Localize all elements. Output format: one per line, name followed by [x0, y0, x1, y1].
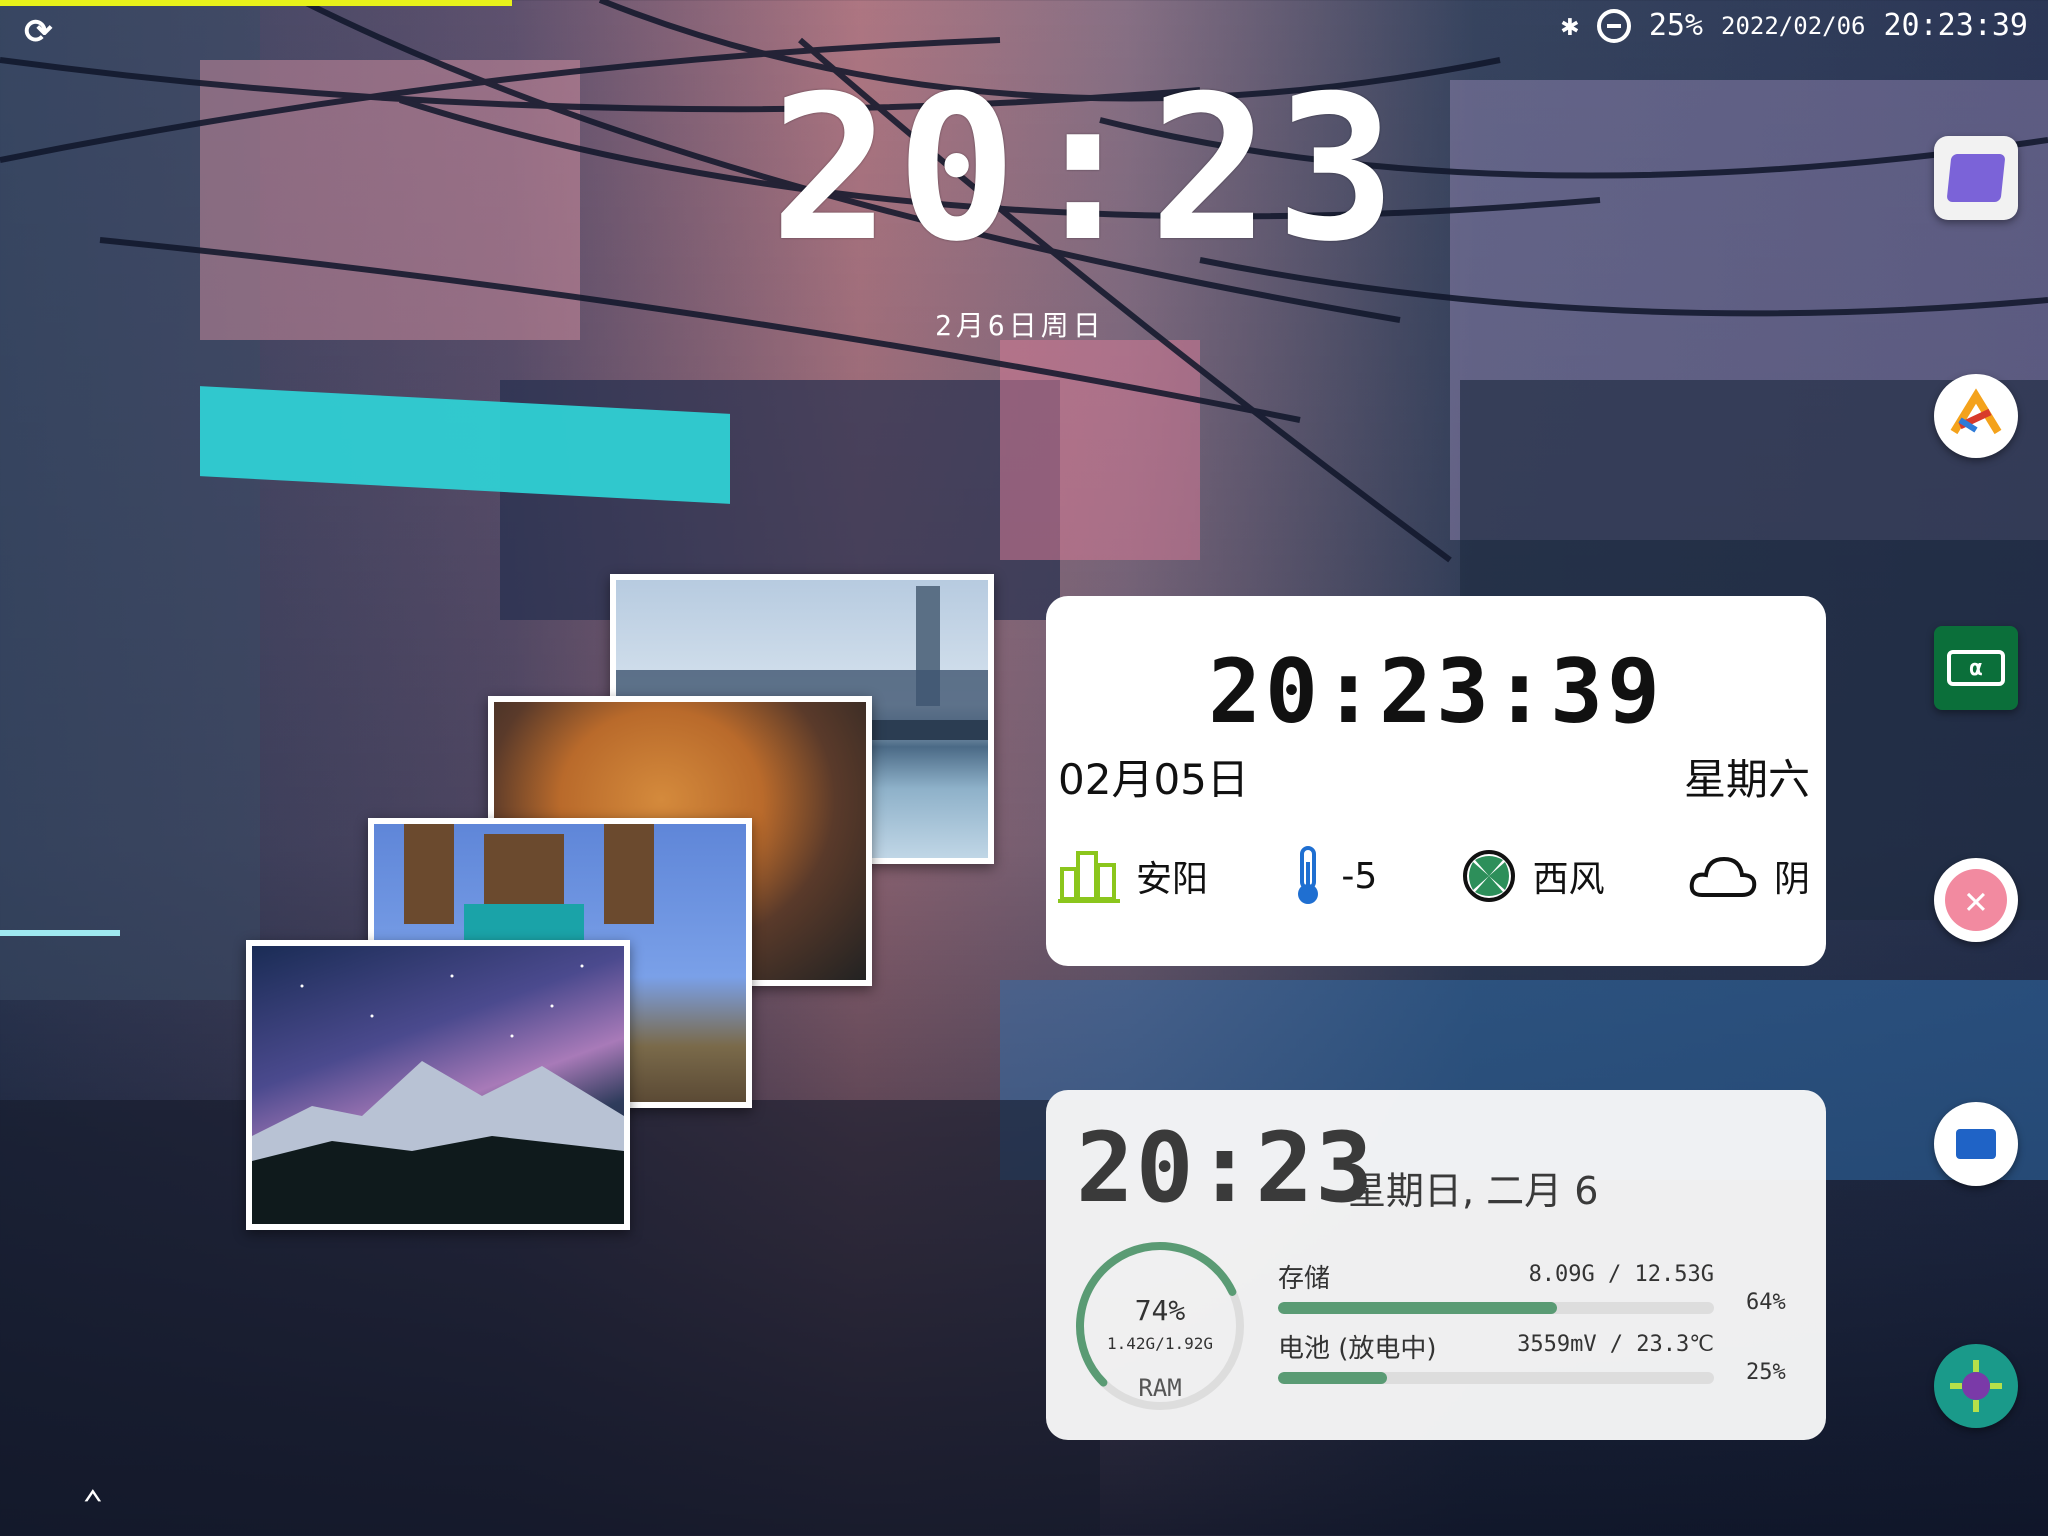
lock-clock-date: 2月6日周日 [935, 309, 1105, 342]
artstudio-app-icon[interactable] [1934, 374, 2018, 458]
green-screen-app-icon[interactable]: α [1934, 626, 2018, 710]
photo-night-mountains[interactable] [246, 940, 630, 1230]
storage-bar [1278, 1302, 1714, 1314]
weather-wind: 西风 [1461, 848, 1605, 904]
weather-widget-weekday: 星期六 [1683, 755, 1810, 804]
ram-label: RAM [1138, 1374, 1182, 1402]
chevron-up-icon[interactable]: ⌃ [82, 1484, 104, 1525]
storage-value: 8.09G / 12.53G [1528, 1262, 1714, 1287]
weather-condition: 阴 [1688, 850, 1810, 902]
files-app-icon[interactable] [1934, 1102, 2018, 1186]
thermometer-icon [1298, 846, 1319, 904]
sync-icon[interactable]: ⟳ [24, 12, 53, 52]
weather-condition-text: 阴 [1773, 859, 1810, 900]
system-info-widget[interactable]: 20:23 星期日, 二月 6 74% 1.42G/1.92G RAM 存储 8… [1046, 1090, 1826, 1440]
storage-label: 存储 [1278, 1264, 1331, 1294]
ram-detail: 1.42G/1.92G [1107, 1334, 1213, 1353]
storage-percent: 64% [1746, 1290, 1786, 1315]
weather-city-name: 安阳 [1136, 859, 1209, 900]
weather-city: 安阳 [1058, 847, 1208, 905]
weather-temperature-value: -5 [1341, 855, 1378, 897]
status-time: 20:23:39 [1883, 8, 2029, 43]
green-gear-app-icon[interactable] [1934, 1344, 2018, 1428]
weather-widget-time: 20:23:39 [1208, 640, 1664, 743]
status-date: 2022/02/06 [1721, 11, 1866, 40]
cloud-icon [1689, 856, 1757, 897]
battery-value: 3559mV / 23.3℃ [1517, 1332, 1714, 1357]
status-bar: ✱ 25% 2022/02/06 20:23:39 [1561, 8, 2028, 43]
weather-widget-date: 02月05日 [1058, 755, 1249, 804]
weather-info-row: 安阳 -5 西风 阴 [1058, 846, 1810, 906]
do-not-disturb-icon [1596, 8, 1631, 43]
top-progress-strip [0, 0, 512, 6]
battery-bar [1278, 1372, 1714, 1384]
weather-widget[interactable]: 20:23:39 02月05日 星期六 安阳 -5 西风 阴 [1046, 596, 1826, 966]
city-icon [1058, 851, 1120, 903]
system-widget-time: 20:23 [1076, 1112, 1375, 1224]
battery-percent: 25% [1648, 8, 1703, 43]
purple-folder-app-icon[interactable] [1934, 136, 2018, 220]
ram-percent: 74% [1134, 1294, 1186, 1327]
weather-wind-direction: 西风 [1532, 859, 1605, 900]
wind-icon [1462, 850, 1515, 902]
system-widget-date: 星期日, 二月 6 [1348, 1169, 1599, 1213]
lock-clock-time: 20:23 [770, 53, 1403, 286]
battery-percent-widget: 25% [1746, 1360, 1786, 1385]
bluetooth-icon: ✱ [1560, 8, 1579, 43]
pink-bandage-app-icon[interactable]: ✕ [1934, 858, 2018, 942]
weather-temperature: -5 [1291, 846, 1377, 906]
